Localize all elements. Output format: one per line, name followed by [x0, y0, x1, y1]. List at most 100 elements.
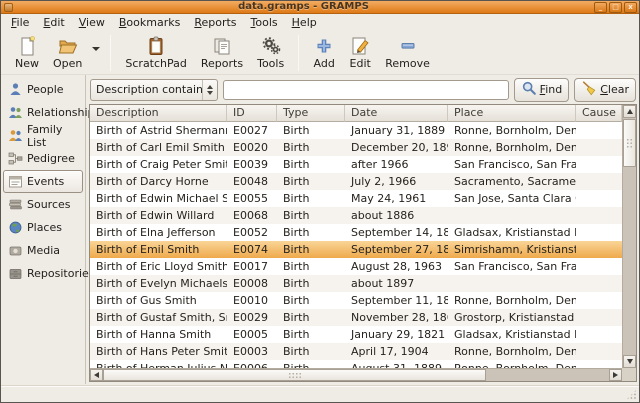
cell-description: Birth of Edwin Michael Smith	[90, 190, 227, 207]
add-button[interactable]: Add	[306, 34, 342, 71]
sidebar-item-pedigree[interactable]: Pedigree	[3, 147, 83, 170]
sidebar-item-family-list[interactable]: Family List	[3, 124, 83, 147]
column-header-id[interactable]: ID	[227, 105, 277, 122]
sidebar-item-media[interactable]: Media	[3, 239, 83, 262]
filter-field-select[interactable]: Description contains	[90, 79, 218, 101]
cell-cause	[576, 190, 622, 207]
table-row[interactable]: Birth of Hanna SmithE0005BirthJanuary 29…	[90, 326, 622, 343]
column-header-place[interactable]: Place	[448, 105, 576, 122]
resize-grip-icon[interactable]	[626, 389, 637, 400]
cell-description: Birth of Hans Peter Smith	[90, 343, 227, 360]
cell-place: San Francisco, San Francisc...	[448, 258, 576, 275]
tools-button[interactable]: Tools	[250, 34, 291, 71]
sidebar-item-relationships[interactable]: Relationships	[3, 101, 83, 124]
menu-tools[interactable]: Tools	[244, 15, 285, 30]
menu-view[interactable]: View	[72, 15, 112, 30]
menu-file[interactable]: File	[4, 15, 36, 30]
close-button[interactable]: x	[624, 2, 637, 13]
open-button[interactable]: Open	[46, 34, 89, 71]
table-row[interactable]: Birth of Hans Peter SmithE0003BirthApril…	[90, 343, 622, 360]
maximize-button[interactable]: □	[609, 2, 622, 13]
scroll-up-button[interactable]	[623, 105, 636, 118]
family-icon	[8, 128, 23, 143]
column-header-date[interactable]: Date	[345, 105, 448, 122]
cell-description: Birth of Gus Smith	[90, 292, 227, 309]
table-row[interactable]: Birth of Eric Lloyd SmithE0017BirthAugus…	[90, 258, 622, 275]
cell-type: Birth	[277, 190, 345, 207]
cell-description: Birth of Herman Julius Nielsen	[90, 360, 227, 368]
table-row[interactable]: Birth of Evelyn MichaelsE0008Birthabout …	[90, 275, 622, 292]
table-row[interactable]: Birth of Edwin WillardE0068Birthabout 18…	[90, 207, 622, 224]
sidebar-item-label: People	[27, 83, 64, 96]
table-row[interactable]: Birth of Gus SmithE0010BirthSeptember 11…	[90, 292, 622, 309]
reports-button[interactable]: Reports	[194, 34, 250, 71]
gramps-app-icon	[4, 3, 13, 12]
table-row[interactable]: Birth of Gustaf Smith, Sr.E0029BirthNove…	[90, 309, 622, 326]
cell-place: Sacramento, Sacramento C...	[448, 173, 576, 190]
cell-place: Grostorp, Kristianstad Lan, ...	[448, 309, 576, 326]
column-header-cause[interactable]: Cause	[576, 105, 622, 122]
column-header-description[interactable]: Description	[90, 105, 227, 122]
scratchpad-button[interactable]: ScratchPad	[118, 34, 194, 71]
spinner-arrows-icon[interactable]	[202, 80, 217, 100]
sidebar-item-repositories[interactable]: Repositories	[3, 262, 83, 285]
vertical-scrollbar-thumb[interactable]	[623, 119, 636, 167]
cell-place: Ronne, Bornholm, Denmark	[448, 292, 576, 309]
table-row[interactable]: Birth of Elna JeffersonE0052BirthSeptemb…	[90, 224, 622, 241]
remove-button[interactable]: Remove	[378, 34, 437, 71]
titlebar[interactable]: data.gramps - GRAMPS _ □ x	[1, 1, 639, 14]
sidebar-item-sources[interactable]: Sources	[3, 193, 83, 216]
cell-place: San Francisco, San Francisc...	[448, 156, 576, 173]
person-icon	[8, 82, 23, 97]
toolbar-separator	[298, 35, 299, 71]
cell-id: E0005	[227, 326, 277, 343]
sidebar-item-label: Repositories	[27, 267, 95, 280]
column-header-type[interactable]: Type	[277, 105, 345, 122]
reports-icon	[211, 35, 233, 57]
edit-button-label: Edit	[350, 57, 371, 70]
sidebar-item-events[interactable]: Events	[3, 170, 83, 193]
cell-id: E0008	[227, 275, 277, 292]
table-row[interactable]: Birth of Astrid Shermanna A...E0027Birth…	[90, 122, 622, 139]
table-row[interactable]: Birth of Carl Emil SmithE0020BirthDecemb…	[90, 139, 622, 156]
vertical-scrollbar[interactable]	[622, 105, 636, 368]
cell-cause	[576, 122, 622, 139]
open-dropdown-button[interactable]	[89, 36, 103, 62]
cell-cause	[576, 139, 622, 156]
menu-bookmarks[interactable]: Bookmarks	[112, 15, 187, 30]
horizontal-scrollbar-thumb[interactable]	[103, 369, 486, 381]
two-people-icon	[8, 105, 23, 120]
table-row[interactable]: Birth of Darcy HorneE0048BirthJuly 2, 19…	[90, 173, 622, 190]
table-row[interactable]: Birth of Emil SmithE0074BirthSeptember 2…	[90, 241, 622, 258]
menu-edit[interactable]: Edit	[36, 15, 71, 30]
cell-description: Birth of Carl Emil Smith	[90, 139, 227, 156]
scroll-right-button[interactable]	[609, 369, 622, 381]
cell-place: Ronne, Bornholm, Denmark	[448, 360, 576, 368]
search-input[interactable]	[223, 80, 509, 100]
arrow-down-icon	[627, 359, 633, 364]
scroll-down-button[interactable]	[623, 355, 636, 368]
status-bar	[1, 385, 639, 402]
chevron-down-icon	[92, 47, 100, 51]
new-button[interactable]: New	[8, 34, 46, 71]
tools-icon	[260, 35, 282, 57]
cell-cause	[576, 156, 622, 173]
table-row[interactable]: Birth of Craig Peter SmithE0039Birthafte…	[90, 156, 622, 173]
clear-button[interactable]: Clear	[574, 78, 636, 102]
menu-reports[interactable]: Reports	[187, 15, 243, 30]
sidebar-item-places[interactable]: Places	[3, 216, 83, 239]
scroll-left-button[interactable]	[90, 369, 103, 381]
find-button[interactable]: Find	[514, 78, 570, 102]
add-icon	[313, 35, 335, 57]
scrollbar-corner	[622, 368, 636, 381]
cell-id: E0039	[227, 156, 277, 173]
sidebar-item-label: Pedigree	[27, 152, 75, 165]
edit-button[interactable]: Edit	[342, 34, 378, 71]
sidebar-item-people[interactable]: People	[3, 78, 83, 101]
minimize-button[interactable]: _	[594, 2, 607, 13]
menu-help[interactable]: Help	[285, 15, 324, 30]
table-row[interactable]: Birth of Edwin Michael SmithE0055BirthMa…	[90, 190, 622, 207]
add-button-label: Add	[314, 57, 335, 70]
table-row[interactable]: Birth of Herman Julius NielsenE0006Birth…	[90, 360, 622, 368]
horizontal-scrollbar[interactable]	[90, 368, 622, 381]
